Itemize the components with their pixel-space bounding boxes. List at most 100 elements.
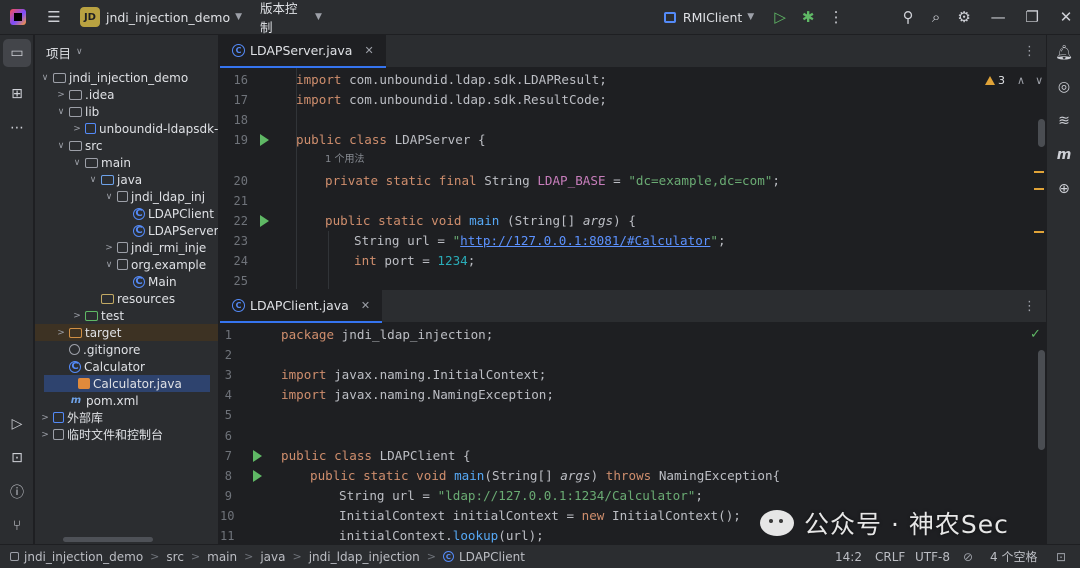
- tree-item[interactable]: ∨ org.example: [35, 256, 218, 273]
- chevron-down-icon[interactable]: ∨: [103, 260, 115, 270]
- tree-item[interactable]: C Calculator: [35, 358, 218, 375]
- line-separator[interactable]: CRLF: [875, 545, 905, 568]
- tree-item[interactable]: > target: [35, 324, 218, 341]
- no-problems-check-icon[interactable]: ✓: [1030, 327, 1041, 342]
- code-line[interactable]: int port = 1234;: [354, 251, 475, 271]
- run-gutter-icon[interactable]: [253, 450, 262, 462]
- run-gutter-icon[interactable]: [260, 215, 269, 227]
- tree-item[interactable]: > jndi_rmi_inje: [35, 239, 218, 256]
- breadcrumb-item[interactable]: jndi_injection_demo: [24, 550, 143, 564]
- terminal-icon[interactable]: ⊡: [3, 444, 31, 472]
- tree-item-selected[interactable]: Calculator.java: [44, 375, 210, 392]
- horizontal-scrollbar[interactable]: [63, 537, 153, 542]
- breadcrumb-item[interactable]: src: [166, 550, 184, 564]
- tree-item[interactable]: ∨ main: [35, 154, 218, 171]
- tree-item[interactable]: ∨ lib: [35, 103, 218, 120]
- maven-icon[interactable]: m: [1050, 141, 1078, 169]
- tab-ldapserver[interactable]: C LDAPServer.java ✕: [220, 35, 386, 68]
- code-line[interactable]: public static void main (String[] args) …: [325, 211, 636, 231]
- warning-stripe[interactable]: [1034, 188, 1044, 190]
- problems-icon[interactable]: ⓘ: [3, 478, 31, 506]
- code-line[interactable]: public class LDAPServer {: [296, 130, 486, 150]
- ai-assistant-icon[interactable]: ◎: [1050, 73, 1078, 101]
- chevron-right-icon[interactable]: >: [103, 243, 115, 253]
- debug-icon[interactable]: ✱: [794, 3, 822, 31]
- tree-item[interactable]: .gitignore: [35, 341, 218, 358]
- restore-icon[interactable]: ❐: [1018, 3, 1046, 31]
- code-line[interactable]: import javax.naming.NamingException;: [281, 385, 554, 405]
- breadcrumb-item[interactable]: LDAPClient: [459, 550, 525, 564]
- chevron-right-icon[interactable]: >: [71, 124, 83, 134]
- tree-item[interactable]: > 临时文件和控制台: [35, 426, 218, 443]
- code-line[interactable]: private static final String LDAP_BASE = …: [325, 171, 780, 191]
- tree-item[interactable]: C LDAPServer: [35, 222, 218, 239]
- services-icon[interactable]: ▷: [3, 410, 31, 438]
- chevron-right-icon[interactable]: >: [39, 413, 51, 423]
- inspection-widget[interactable]: 3 ∧ ∨: [985, 74, 1043, 87]
- notifications-icon[interactable]: 🔔︎: [1050, 39, 1078, 67]
- code-line[interactable]: import com.unboundid.ldap.sdk.ResultCode…: [296, 90, 607, 110]
- chevron-right-icon[interactable]: >: [71, 311, 83, 321]
- chevron-right-icon[interactable]: >: [55, 90, 67, 100]
- structure-icon[interactable]: ⊞: [3, 80, 31, 108]
- chevron-down-icon[interactable]: ∨: [103, 192, 115, 202]
- tree-item[interactable]: C LDAPClient: [35, 205, 218, 222]
- database-icon[interactable]: ≋: [1050, 107, 1078, 135]
- vertical-scrollbar[interactable]: [1038, 350, 1045, 450]
- close-tab-icon[interactable]: ✕: [361, 299, 370, 312]
- code-line[interactable]: public static void main(String[] args) t…: [310, 466, 780, 486]
- tree-item[interactable]: ∨ java: [35, 171, 218, 188]
- indent-setting[interactable]: 4 个空格: [990, 545, 1037, 568]
- caret-position[interactable]: 14:2: [835, 545, 862, 568]
- run-gutter-icon[interactable]: [260, 134, 269, 146]
- tree-item[interactable]: > unboundid-ldapsdk-: [35, 120, 218, 137]
- readonly-toggle-icon[interactable]: ⊘: [963, 545, 973, 568]
- tree-item[interactable]: ∨ jndi_ldap_inj: [35, 188, 218, 205]
- chevron-down-icon[interactable]: ∨: [55, 107, 67, 117]
- tree-item[interactable]: > .idea: [35, 86, 218, 103]
- web-icon[interactable]: ⊕: [1050, 175, 1078, 203]
- more-icon[interactable]: ⋮: [1023, 299, 1036, 314]
- hamburger-icon[interactable]: ☰: [40, 3, 68, 31]
- tree-item[interactable]: > 外部库: [35, 409, 218, 426]
- run-gutter-icon[interactable]: [253, 470, 262, 482]
- project-icon[interactable]: ▭: [3, 39, 31, 67]
- add-user-icon[interactable]: ⚲: [894, 3, 922, 31]
- code-line[interactable]: import com.unboundid.ldap.sdk.LDAPResult…: [296, 70, 607, 90]
- chevron-down-icon[interactable]: ∨: [39, 73, 51, 83]
- warning-stripe[interactable]: [1034, 231, 1044, 233]
- code-line[interactable]: InitialContext initialContext = new Init…: [339, 506, 741, 526]
- settings-icon[interactable]: ⚙: [950, 3, 978, 31]
- close-icon[interactable]: ✕: [1052, 3, 1080, 31]
- breadcrumb-item[interactable]: java: [260, 550, 285, 564]
- more-tools-icon[interactable]: ⋯: [3, 114, 31, 142]
- vertical-scrollbar[interactable]: [1038, 119, 1045, 147]
- chevron-right-icon[interactable]: >: [39, 430, 51, 440]
- tree-item[interactable]: ∨ jndi_injection_demo: [35, 69, 218, 86]
- close-tab-icon[interactable]: ✕: [364, 44, 373, 57]
- code-line[interactable]: package jndi_ldap_injection;: [281, 325, 493, 345]
- tab-ldapclient[interactable]: C LDAPClient.java ✕: [220, 290, 383, 323]
- chevron-down-icon[interactable]: ∨: [1035, 74, 1043, 87]
- warning-stripe[interactable]: [1034, 171, 1044, 173]
- breadcrumb-item[interactable]: jndi_ldap_injection: [309, 550, 420, 564]
- code-line[interactable]: import javax.naming.InitialContext;: [281, 365, 546, 385]
- chevron-down-icon[interactable]: ∨: [71, 158, 83, 168]
- lock-icon[interactable]: ⊡: [1056, 545, 1066, 568]
- file-encoding[interactable]: UTF-8: [915, 545, 950, 568]
- tree-item[interactable]: resources: [35, 290, 218, 307]
- code-line[interactable]: public class LDAPClient {: [281, 446, 471, 466]
- run-config-selector[interactable]: RMIClient ▼: [658, 4, 760, 30]
- chevron-down-icon[interactable]: ∨: [55, 141, 67, 151]
- code-line[interactable]: String url = "ldap://127.0.0.1:1234/Calc…: [339, 486, 703, 506]
- project-switcher[interactable]: JD jndi_injection_demo ▼: [74, 4, 248, 30]
- run-icon[interactable]: ▷: [766, 3, 794, 31]
- more-icon[interactable]: ⋮: [822, 3, 850, 31]
- tree-item[interactable]: m pom.xml: [35, 392, 218, 409]
- vcs-widget[interactable]: 版本控制 ▼: [254, 1, 328, 35]
- code-line[interactable]: initialContext.lookup(url);: [339, 526, 544, 544]
- tree-item[interactable]: > test: [35, 307, 218, 324]
- minimize-icon[interactable]: —: [984, 3, 1012, 31]
- code-line[interactable]: String url = "http://127.0.0.1:8081/#Cal…: [354, 231, 726, 251]
- tree-item[interactable]: C Main: [35, 273, 218, 290]
